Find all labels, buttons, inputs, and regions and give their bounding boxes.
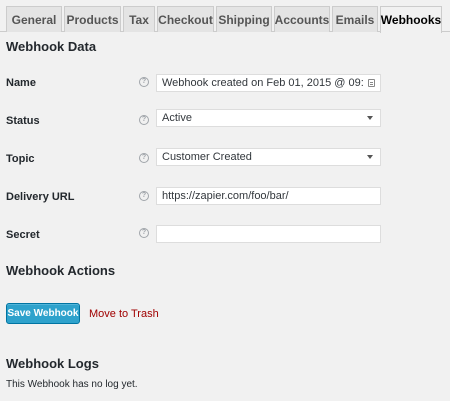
webhook-data-heading: Webhook Data [6,39,97,54]
status-label: Status [6,115,40,127]
delivery-url-help-icon[interactable]: ? [139,191,149,201]
secret-field[interactable] [156,225,381,243]
status-select-value: Active [162,112,192,124]
no-log-message: This Webhook has no log yet. [6,379,138,390]
chevron-down-icon [367,116,373,120]
settings-tab-bar: General Products Tax Checkout Shipping A… [0,0,450,33]
delivery-url-value: https://zapier.com/foo/bar/ [162,190,289,202]
tab-tax[interactable]: Tax [123,6,155,32]
tab-checkout[interactable]: Checkout [157,6,214,32]
webhook-logs-heading: Webhook Logs [6,356,99,371]
name-field-value: Webhook created on Feb 01, 2015 @ 09:20 … [162,77,364,89]
tab-shipping[interactable]: Shipping [216,6,272,32]
topic-select-value: Customer Created [162,151,252,163]
tab-products[interactable]: Products [64,6,121,32]
tab-webhooks[interactable]: Webhooks [380,6,442,33]
tab-emails[interactable]: Emails [332,6,378,32]
save-webhook-button[interactable]: Save Webhook [6,303,80,324]
name-field[interactable]: Webhook created on Feb 01, 2015 @ 09:20 … [156,74,381,92]
name-label: Name [6,77,36,89]
topic-select[interactable]: Customer Created [156,148,381,166]
name-help-icon[interactable]: ? [139,77,149,87]
webhook-actions-heading: Webhook Actions [6,263,116,278]
tab-accounts[interactable]: Accounts [274,6,330,32]
delivery-url-label: Delivery URL [6,191,75,203]
secret-label: Secret [6,229,40,241]
status-help-icon[interactable]: ? [139,115,149,125]
chevron-down-icon [367,155,373,159]
status-select[interactable]: Active [156,109,381,127]
move-to-trash-link[interactable]: Move to Trash [89,308,159,320]
secret-help-icon[interactable]: ? [139,228,149,238]
topic-help-icon[interactable]: ? [139,153,149,163]
tab-general[interactable]: General [6,6,62,32]
topic-label: Topic [6,153,35,165]
contact-card-icon [368,79,375,87]
delivery-url-field[interactable]: https://zapier.com/foo/bar/ [156,187,381,205]
